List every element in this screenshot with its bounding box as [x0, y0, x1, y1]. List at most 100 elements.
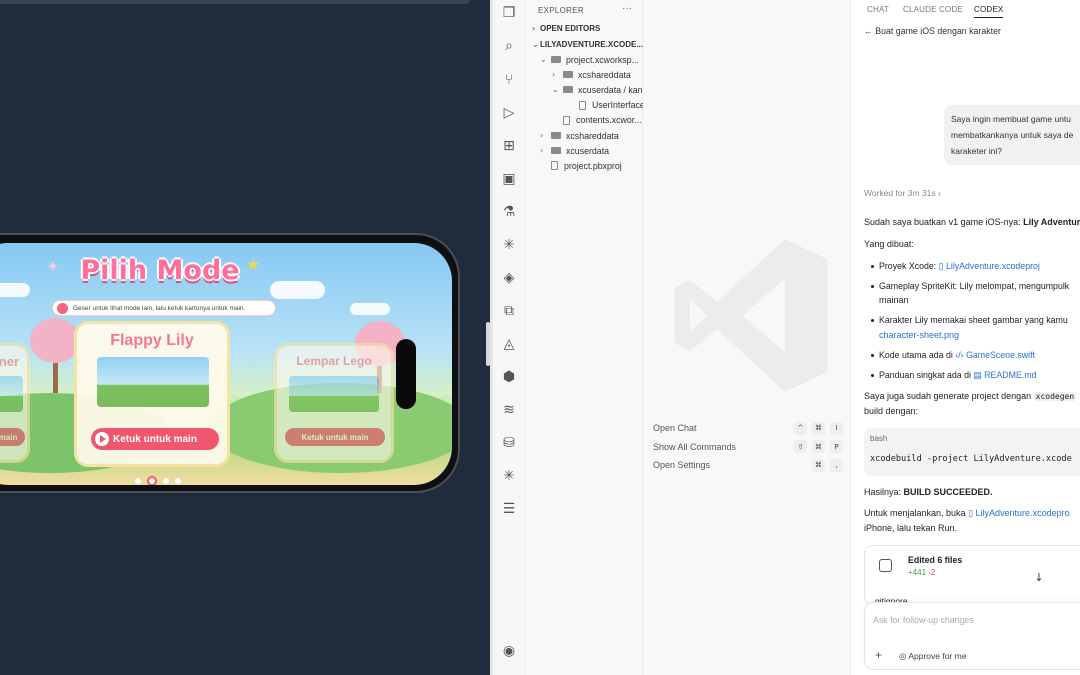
shortcut-keys: ⌘,: [812, 458, 843, 472]
chevron-down-icon: ⌄: [540, 55, 547, 64]
extensions-icon[interactable]: ⊞: [500, 137, 518, 155]
worked-label: Worked for 3m 31s: [864, 188, 936, 198]
cherry-tree: [30, 318, 80, 363]
lines-added: +441: [908, 568, 927, 577]
chat-composer[interactable]: Ask for follow-up changes + ◎ Approve fo…: [864, 602, 1080, 670]
tab-claude-code[interactable]: CLAUDE CODE: [903, 5, 963, 14]
more-icon[interactable]: ···: [622, 3, 632, 14]
page-dot[interactable]: [135, 478, 141, 484]
arrow-down-icon[interactable]: ↓: [1030, 568, 1048, 586]
mode-hint-text: Geser untuk lihat mode lain, lalu ketuk …: [73, 304, 246, 312]
add-icon[interactable]: +: [875, 648, 882, 662]
bullet-readme: Panduan singkat ada di ▤ README.md: [870, 370, 1036, 381]
chevron-right-icon: ›: [938, 188, 941, 198]
split-handle[interactable]: [486, 322, 490, 366]
search-icon[interactable]: ⌕: [500, 37, 518, 55]
chevron-down-icon: ⌄: [532, 40, 539, 49]
code-block[interactable]: bash xcodebuild -project LilyAdventure.x…: [864, 428, 1080, 476]
card-title: nner: [0, 354, 19, 369]
page-dot[interactable]: [163, 478, 169, 484]
layout-icon[interactable]: ⧉: [500, 302, 518, 320]
game-screen: ✦ ★ Pilih Mode Geser untuk lihat mode la…: [0, 243, 452, 485]
project-section[interactable]: ⌄ LILYADVENTURE.XCODE...: [532, 37, 647, 52]
file-link[interactable]: ▯ LilyAdventure.xcodepro: [968, 508, 1070, 518]
tree-item-label: contents.xcwor...: [576, 115, 642, 126]
reply-intro-text: Sudah saya buatkan v1 game iOS-nya:: [864, 217, 1021, 227]
play-button[interactable]: Ketuk untuk main: [285, 428, 385, 446]
user-message-line: membatkankanya untuk saya de: [951, 130, 1074, 140]
remote-icon[interactable]: ▣: [500, 170, 518, 188]
command-hint[interactable]: Open Chat ^ ⌘ I: [653, 421, 843, 435]
files-icon[interactable]: ❐: [500, 4, 518, 22]
file-icon: [579, 100, 586, 110]
card-preview: [97, 357, 209, 407]
page-dot[interactable]: [147, 476, 157, 485]
edited-files-card[interactable]: Edited 6 files +441 -2 ↓ gitignore: [864, 545, 1080, 606]
reply-intro-bold: Lily Adventur: [1023, 217, 1080, 227]
command-label: Open Settings: [653, 460, 711, 470]
play-button[interactable]: tuk untuk main: [0, 428, 25, 446]
section-label: LILYADVENTURE.XCODE...: [540, 40, 643, 49]
play-button[interactable]: Ketuk untuk main: [91, 428, 219, 450]
card-title: Flappy Lily: [110, 332, 194, 349]
explorer-panel: EXPLORER ··· › OPEN EDITORS ⌄ LILYADVENT…: [526, 0, 652, 675]
composer-input[interactable]: Ask for follow-up changes: [873, 615, 974, 625]
key-cap: I: [830, 421, 843, 435]
list-icon[interactable]: ☰: [500, 500, 518, 518]
worked-duration[interactable]: Worked for 3m 31s ›: [864, 188, 941, 198]
bullet-text: Proyek Xcode:: [879, 261, 937, 271]
folder-icon: [563, 86, 573, 94]
codex-icon[interactable]: ✳: [500, 467, 518, 485]
tree-item[interactable]: ⌄ project.xcworksp...: [540, 52, 655, 67]
package-icon[interactable]: ⬢: [500, 368, 518, 386]
link-label: LilyAdventure.xcodepro: [975, 508, 1070, 518]
reply-intro: Sudah saya buatkan v1 game iOS-nya: Lily…: [864, 217, 1080, 227]
tree-item-label: project.pbxproj: [564, 160, 622, 171]
file-link[interactable]: ▤ README.md: [973, 370, 1036, 380]
tree-item-label: xcshareddata: [578, 69, 631, 80]
back-link[interactable]: ← Buat game iOS dengan karakter: [864, 26, 1001, 36]
run-debug-icon[interactable]: ▷: [500, 104, 518, 122]
gitlab-icon[interactable]: ◬: [500, 335, 518, 353]
generate-text: Saya juga sudah generate project dengan: [864, 391, 1032, 401]
approve-toggle[interactable]: ◎ Approve for me: [899, 651, 966, 662]
tree-item[interactable]: › xcuserdata: [540, 143, 655, 158]
cloud: [350, 303, 390, 315]
command-hint[interactable]: Open Settings ⌘,: [653, 458, 843, 472]
file-link[interactable]: ▯ LilyAdventure.xcodeproj: [939, 261, 1040, 271]
layers-icon[interactable]: ≋: [500, 401, 518, 419]
card-preview: [289, 376, 379, 412]
python-icon[interactable]: ◈: [500, 269, 518, 287]
cloud: [270, 281, 325, 299]
key-cap: P: [830, 440, 843, 453]
tree-item-label: xcuserdata: [566, 145, 610, 156]
bullet-code: Kode utama ada di ‹/› GameScene.swift: [871, 350, 1035, 360]
key-cap: ⌘: [812, 440, 825, 453]
chevron-right-icon: ›: [540, 131, 544, 140]
account-icon[interactable]: ◉: [500, 642, 518, 660]
page-dot[interactable]: [175, 478, 181, 484]
chevron-right-icon: ›: [532, 24, 536, 33]
tab-codex[interactable]: CODEX: [974, 5, 1004, 18]
claude-icon[interactable]: ✳: [500, 236, 518, 254]
tree-item[interactable]: › xcshareddata: [540, 128, 655, 143]
edited-stats: +441 -2: [908, 568, 935, 577]
code-language: bash: [870, 434, 888, 443]
tab-chat[interactable]: CHAT: [867, 5, 889, 14]
dynamic-island: [396, 339, 416, 409]
mode-card-lempar-lego[interactable]: Lempar Lego Ketuk untuk main: [274, 343, 394, 463]
database-icon[interactable]: ⛁: [500, 434, 518, 452]
vscode-window: ❐ ⌕ ⑂ ▷ ⊞ ▣ ⚗ ✳ ◈ ⧉ ◬ ⬢ ≋ ⛁ ✳ ☰ ◉ EXPLOR…: [493, 0, 1080, 675]
mode-card-flappy-lily[interactable]: Flappy Lily Ketuk untuk main: [74, 321, 230, 467]
open-editors-section[interactable]: › OPEN EDITORS: [532, 21, 647, 36]
source-control-icon[interactable]: ⑂: [500, 71, 518, 89]
run-line: Untuk menjalankan, buka ▯ LilyAdventure.…: [864, 508, 1070, 519]
tree-item[interactable]: project.pbxproj: [540, 158, 655, 173]
file-link[interactable]: character-sheet.png: [879, 330, 959, 340]
explorer-header: EXPLORER: [538, 6, 584, 15]
command-hint[interactable]: Show All Commands ⇧ ⌘ P: [653, 440, 843, 454]
file-link[interactable]: ‹/› GameScene.swift: [955, 350, 1035, 360]
mode-card-runner[interactable]: nner tuk untuk main: [0, 343, 30, 463]
page-dots[interactable]: [135, 476, 181, 485]
testing-icon[interactable]: ⚗: [500, 203, 518, 221]
